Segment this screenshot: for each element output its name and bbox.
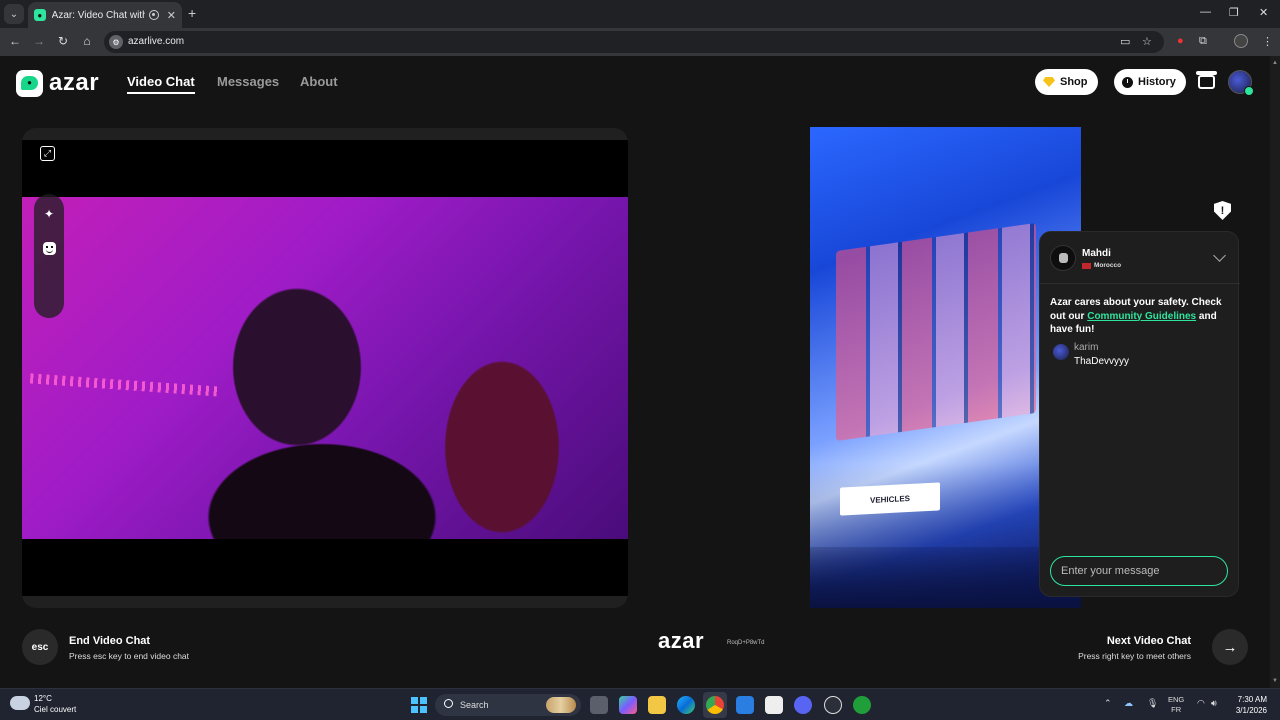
safety-notice: Azar cares about your safety. Check out … [1050,297,1222,335]
partner-name: Mahdi [1082,248,1111,259]
chevron-down-icon[interactable] [1213,249,1226,262]
discord-icon[interactable] [794,696,812,714]
new-tab-button[interactable]: + [188,6,196,20]
next-chat-title: Next Video Chat [1106,635,1191,647]
self-camera-feed [22,197,628,539]
face-filter-icon[interactable] [41,240,57,256]
file-explorer-icon[interactable] [648,696,666,714]
address-bar[interactable]: ⚙ azarlive.com [104,31,1164,53]
message-text: ThaDevvyyy [1074,356,1130,367]
morocco-flag-icon [1082,263,1091,269]
weather-temperature[interactable]: 12°C [34,694,52,703]
end-chat-button[interactable]: esc [22,629,58,665]
show-hidden-icons[interactable]: ⌃ [1104,698,1112,709]
scroll-down-icon[interactable]: ▼ [1272,678,1278,684]
cast-icon[interactable]: ▭ [1120,35,1130,48]
search-icon [444,699,453,708]
taskbar-clock[interactable]: 7:30 AM 3/1/2026 [1236,694,1267,716]
end-chat-hint: Press esc key to end video chat [69,651,190,661]
url-text: azarlive.com [128,36,185,47]
wifi-icon[interactable]: ◠ [1197,698,1205,709]
tab-close-icon[interactable]: ✕ [167,9,176,22]
nav-about[interactable]: About [300,74,338,89]
task-view-icon[interactable] [590,696,608,714]
taskbar-search[interactable]: Search [435,694,581,716]
expand-icon[interactable]: ⤢ [40,146,55,161]
gem-icon [1043,77,1055,87]
azar-logo[interactable]: ● azar [16,69,99,97]
search-label: Search [460,700,489,710]
store-icon[interactable] [765,696,783,714]
browser-toolbar: ← → ↻ ⌂ ⚙ azarlive.com ▭ ☆ ● ⧉ ⋮ [0,28,1280,56]
history-label: History [1138,76,1176,88]
browser-profile-avatar[interactable] [1234,34,1248,48]
azar-logo-icon: ● [16,69,43,97]
forward-icon[interactable]: → [31,34,47,48]
browser-tab[interactable]: ● Azar: Video Chat with New ✕ [28,2,182,28]
next-chat-arrow-button[interactable]: → [1212,629,1248,665]
browser-menu-icon[interactable]: ⋮ [1262,35,1273,48]
partner-country: Morocco [1094,262,1122,269]
nav-video-chat[interactable]: Video Chat [127,74,195,94]
message-avatar [1053,344,1069,360]
copilot-icon[interactable] [619,696,637,714]
microphone-icon[interactable]: 🎙︎ [1147,698,1158,709]
azar-logo-text: azar [49,69,100,96]
chat-message-input[interactable] [1050,556,1228,586]
azar-favicon: ● [34,9,46,21]
tab-title: Azar: Video Chat with New [51,9,146,21]
community-guidelines-link[interactable]: Community Guidelines [1087,311,1196,322]
chat-header: Mahdi Morocco [1040,232,1240,284]
next-chat-hint: Press right key to meet others [1078,651,1191,661]
windows-start-icon[interactable] [411,697,427,713]
maximize-icon[interactable]: ❐ [1229,6,1239,19]
site-info-icon[interactable]: ⚙ [109,35,123,49]
volume-icon[interactable]: 🔊︎ [1211,698,1217,709]
clock-icon [1122,76,1133,88]
chat-panel: Mahdi Morocco Azar cares about your safe… [1039,231,1240,597]
partner-avatar[interactable] [1050,245,1076,271]
extensions-puzzle-icon[interactable]: ⧉ [1199,35,1207,48]
end-chat-title: End Video Chat [69,635,151,647]
browser-tab-strip: ⌄ ● Azar: Video Chat with New ✕ + — ❐ ✕ [0,0,1280,28]
recording-indicator-icon [149,10,159,20]
mail-icon[interactable] [736,696,754,714]
azar-watermark: azar [658,628,705,653]
game-shelf [836,222,1036,442]
language-indicator[interactable]: ENG FR [1168,695,1184,715]
nav-messages[interactable]: Messages [217,74,279,89]
steam-icon[interactable] [824,696,842,714]
shop-button[interactable]: Shop [1035,69,1098,95]
scroll-up-icon[interactable]: ▲ [1272,60,1278,66]
search-highlight-image [546,697,576,713]
chrome-icon[interactable] [706,696,724,714]
self-video-panel [22,128,628,608]
reload-icon[interactable]: ↻ [55,34,71,48]
inventory-box-icon[interactable] [1195,71,1217,93]
onedrive-icon[interactable]: ☁ [1124,698,1133,709]
back-icon[interactable]: ← [7,34,23,48]
vehicles-sign: VEHICLES [840,482,940,516]
tab-search-button[interactable]: ⌄ [4,4,24,24]
xbox-icon[interactable] [853,696,871,714]
weather-description[interactable]: Ciel couvert [34,705,76,714]
history-button[interactable]: History [1114,69,1186,95]
home-icon[interactable]: ⌂ [79,34,95,48]
watermark-code: RoqD+P8wTd [727,640,765,646]
extension-icon[interactable]: ● [1177,35,1184,47]
magic-wand-icon[interactable]: ✦ [41,206,57,222]
minimize-icon[interactable]: — [1200,6,1211,18]
message-sender: karim [1074,342,1099,353]
bookmark-star-icon[interactable]: ☆ [1142,35,1152,48]
page-scrollbar[interactable] [1270,56,1280,688]
shop-label: Shop [1060,76,1088,88]
windows-taskbar: 12°C Ciel couvert Search ⌃ ☁ 🎙︎ ENG FR ◠ … [0,688,1280,720]
video-effects-toolbar: ✦ [34,194,64,318]
avatar-status-badge [1244,86,1254,96]
edge-icon[interactable] [677,696,695,714]
window-close-icon[interactable]: ✕ [1259,6,1268,19]
weather-cloud-icon[interactable] [10,691,30,710]
